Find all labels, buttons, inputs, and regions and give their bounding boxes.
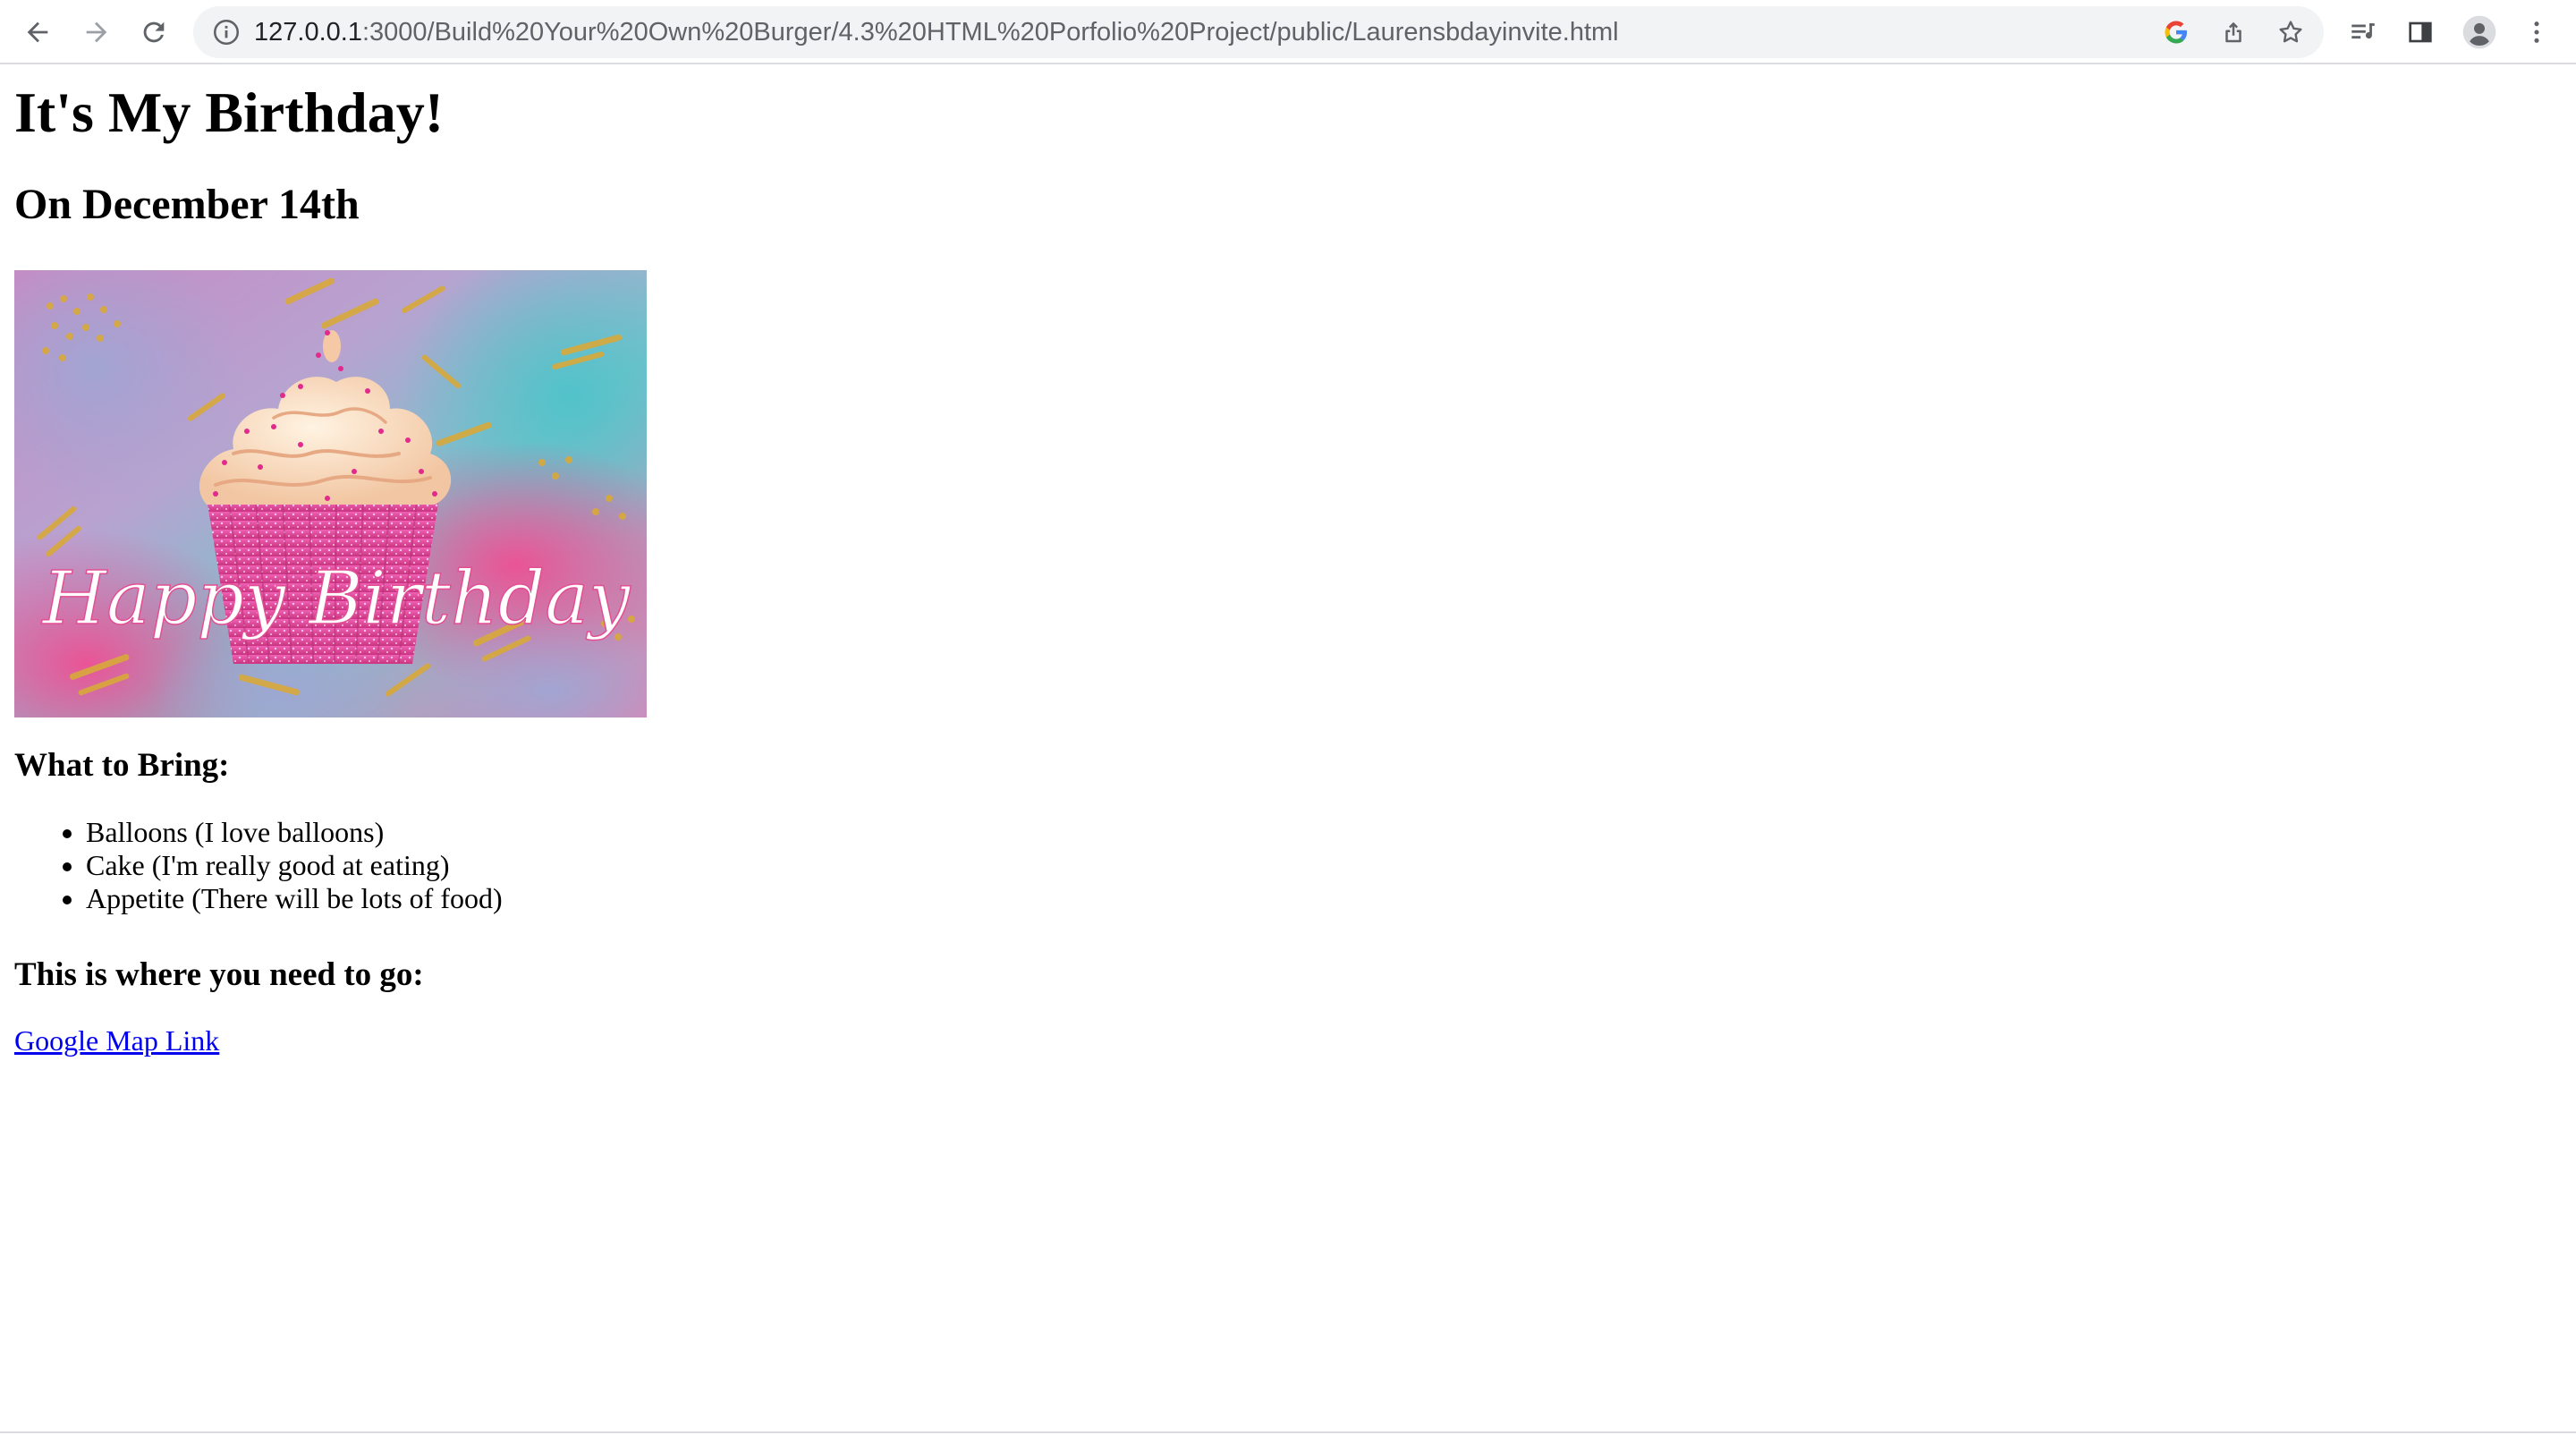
window-bottom-border <box>0 1431 2576 1433</box>
page-content: It's My Birthday! On December 14th Happy… <box>0 66 2576 1431</box>
three-dots-vertical-icon <box>2534 21 2539 43</box>
list-item: Appetite (There will be lots of food) <box>86 882 503 915</box>
menu-button[interactable] <box>2519 14 2555 50</box>
url-text[interactable]: 127.0.0.1:3000/Build%20Your%20Own%20Burg… <box>254 6 1619 58</box>
info-circle-icon[interactable] <box>211 17 242 47</box>
bookmark-button[interactable] <box>2275 17 2306 47</box>
happy-birthday-script: Happy Birthday <box>41 556 632 641</box>
date-heading: On December 14th <box>14 181 360 228</box>
list-item: Cake (I'm really good at eating) <box>86 849 503 882</box>
back-button[interactable] <box>18 13 57 52</box>
person-avatar-icon <box>2462 15 2496 49</box>
refresh-icon <box>143 21 165 43</box>
bring-list: Balloons (I love balloons) Cake (I'm rea… <box>14 816 503 915</box>
what-to-bring-heading: What to Bring: <box>14 747 230 784</box>
page-title: It's My Birthday! <box>14 81 444 144</box>
location-heading: This is where you need to go: <box>14 956 424 993</box>
arrow-left-icon <box>27 21 48 43</box>
reload-button[interactable] <box>134 13 174 52</box>
profile-button[interactable] <box>2462 14 2497 50</box>
list-item: Balloons (I love balloons) <box>86 816 503 849</box>
share-button[interactable] <box>2218 17 2249 47</box>
forward-button[interactable] <box>77 13 116 52</box>
share-icon <box>2225 21 2241 43</box>
url-path: :3000/Build%20Your%20Own%20Burger/4.3%20… <box>361 18 1619 47</box>
side-panel-button[interactable] <box>2402 14 2438 50</box>
google-g-icon <box>2165 21 2187 44</box>
address-bar[interactable]: 127.0.0.1:3000/Build%20Your%20Own%20Burg… <box>193 6 2324 58</box>
happy-birthday-cupcake-image: Happy Birthday <box>14 270 647 718</box>
browser-toolbar: 127.0.0.1:3000/Build%20Your%20Own%20Burg… <box>0 0 2576 64</box>
reading-list-icon <box>2351 23 2375 39</box>
arrow-right-icon <box>86 21 107 43</box>
google-map-link[interactable]: Google Map Link <box>14 1023 219 1057</box>
reading-list-button[interactable] <box>2345 14 2381 50</box>
google-lens-button[interactable] <box>2161 17 2191 47</box>
side-panel-icon <box>2409 21 2432 43</box>
star-outline-icon <box>2279 21 2302 43</box>
url-host: 127.0.0.1 <box>254 18 362 47</box>
